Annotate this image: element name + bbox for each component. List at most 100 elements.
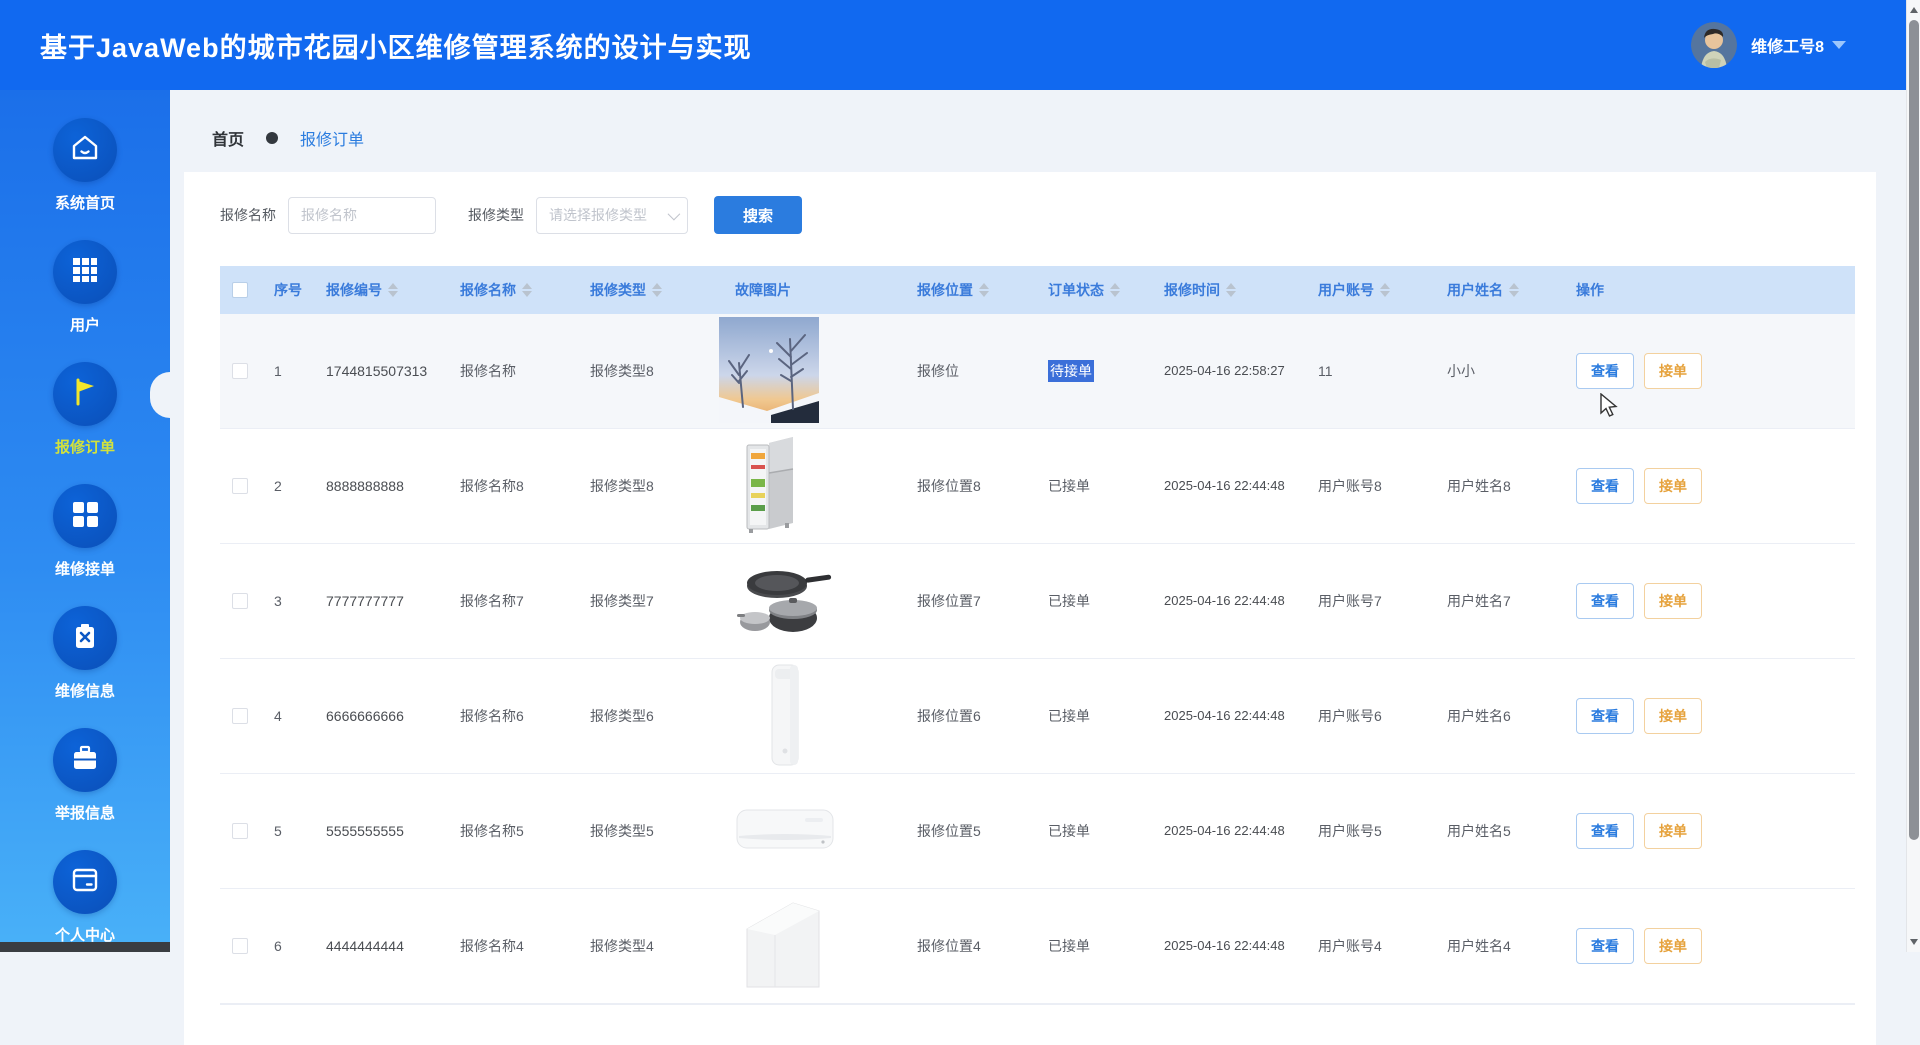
repair-name-label: 报修名称 (220, 205, 276, 225)
sidebar: 系统首页 用户 报修订单 (0, 90, 170, 952)
table-row: 2 8888888888 报修名称8 报修类型8 (220, 429, 1855, 544)
clipboard-x-icon (70, 621, 100, 656)
table-header-row: 序号 报修编号 报修名称 报修类型 故障图片 报修位置 订单状态 报修时间 用户… (220, 266, 1855, 314)
sidebar-item-label: 用户 (70, 314, 100, 335)
scroll-down-arrow-icon[interactable] (1907, 934, 1920, 950)
sort-caret-icons[interactable] (1509, 283, 1519, 297)
sidebar-item-repair-accept[interactable]: 维修接单 (0, 484, 170, 579)
col-account[interactable]: 用户账号 (1306, 280, 1435, 300)
view-button[interactable]: 查看 (1576, 698, 1634, 734)
sort-caret-icons[interactable] (1226, 283, 1236, 297)
active-item-notch (150, 372, 170, 418)
sidebar-item-users[interactable]: 用户 (0, 240, 170, 335)
chevron-down-icon (1832, 41, 1846, 49)
table-row: 6 4444444444 报修名称4 报修类型4 报修位置4 已接单 2025-… (220, 889, 1855, 1004)
repair-name-input[interactable] (288, 197, 436, 234)
repair-time: 2025-04-16 22:44:48 (1164, 821, 1298, 841)
col-location[interactable]: 报修位置 (905, 280, 1036, 300)
fault-image[interactable] (735, 560, 835, 643)
accept-button[interactable]: 接单 (1644, 583, 1702, 619)
row-checkbox[interactable] (232, 593, 248, 609)
sidebar-item-label: 举报信息 (55, 802, 115, 823)
table-row: 1 1744815507313 报修名称 报修类型8 (220, 314, 1855, 429)
view-button[interactable]: 查看 (1576, 468, 1634, 504)
sidebar-item-label: 维修接单 (55, 558, 115, 579)
fault-image[interactable] (735, 435, 801, 538)
row-checkbox[interactable] (232, 478, 248, 494)
row-checkbox[interactable] (232, 363, 248, 379)
row-checkbox[interactable] (232, 708, 248, 724)
fault-image[interactable] (719, 317, 819, 426)
sidebar-item-label: 报修订单 (55, 436, 115, 457)
col-actions: 操作 (1564, 280, 1855, 300)
repair-time: 2025-04-16 22:58:27 (1164, 361, 1298, 381)
repair-time: 2025-04-16 22:44:48 (1164, 706, 1298, 726)
sidebar-item-system-home[interactable]: 系统首页 (0, 118, 170, 213)
col-order-no[interactable]: 报修编号 (314, 280, 448, 300)
search-button[interactable]: 搜索 (714, 196, 802, 234)
table-row: 5 5555555555 报修名称5 报修类型5 报修位置5 已接单 (220, 774, 1855, 889)
col-name[interactable]: 报修名称 (448, 280, 578, 300)
sidebar-item-report-info[interactable]: 举报信息 (0, 728, 170, 823)
col-status[interactable]: 订单状态 (1036, 280, 1156, 300)
scrollbar-thumb[interactable] (1909, 20, 1919, 840)
status-badge: 待接单 (1048, 360, 1094, 382)
breadcrumb-current[interactable]: 报修订单 (300, 126, 364, 150)
col-type[interactable]: 报修类型 (578, 280, 705, 300)
repair-type-placeholder: 请选择报修类型 (549, 205, 647, 225)
content-card: 报修名称 报修类型 请选择报修类型 搜索 序号 报修编号 报修名称 报修类型 故… (184, 172, 1876, 1045)
select-all-checkbox[interactable] (232, 282, 248, 298)
sidebar-item-label: 维修信息 (55, 680, 115, 701)
sidebar-item-repair-orders[interactable]: 报修订单 (0, 362, 170, 457)
sidebar-item-profile[interactable]: 个人中心 (0, 850, 170, 945)
fault-image[interactable] (735, 895, 827, 998)
repair-type-select[interactable]: 请选择报修类型 (536, 197, 688, 234)
fault-image[interactable] (735, 806, 835, 857)
sort-caret-icons[interactable] (522, 283, 532, 297)
sidebar-item-label: 系统首页 (55, 192, 115, 213)
breadcrumb-dot-icon (266, 132, 278, 144)
repair-time: 2025-04-16 22:44:48 (1164, 591, 1298, 611)
view-button[interactable]: 查看 (1576, 813, 1634, 849)
repair-type-label: 报修类型 (468, 205, 524, 225)
accept-button[interactable]: 接单 (1644, 353, 1702, 389)
home-icon (69, 132, 101, 169)
sort-caret-icons[interactable] (1380, 283, 1390, 297)
flag-icon (69, 376, 101, 413)
col-user[interactable]: 用户姓名 (1435, 280, 1564, 300)
sort-caret-icons[interactable] (1110, 283, 1120, 297)
users-grid-icon (70, 255, 100, 290)
sort-caret-icons[interactable] (979, 283, 989, 297)
accept-button[interactable]: 接单 (1644, 698, 1702, 734)
col-time[interactable]: 报修时间 (1156, 280, 1306, 300)
user-menu[interactable]: 维修工号8 (1691, 22, 1846, 68)
accept-button[interactable]: 接单 (1644, 468, 1702, 504)
accept-button[interactable]: 接单 (1644, 813, 1702, 849)
view-button[interactable]: 查看 (1576, 583, 1634, 619)
repair-time: 2025-04-16 22:44:48 (1164, 936, 1298, 956)
app-header: 基于JavaWeb的城市花园小区维修管理系统的设计与实现 维修工号8 (0, 0, 1906, 90)
breadcrumb-home[interactable]: 首页 (212, 126, 244, 150)
table-row: 4 6666666666 报修名称6 报修类型6 报修位置6 已接单 (220, 659, 1855, 774)
sort-caret-icons[interactable] (388, 283, 398, 297)
id-card-icon (70, 865, 100, 900)
page-scrollbar[interactable] (1906, 0, 1920, 952)
row-checkbox[interactable] (232, 823, 248, 839)
view-button[interactable]: 查看 (1576, 928, 1634, 964)
briefcase-icon (70, 743, 100, 778)
breadcrumb: 首页 报修订单 (212, 126, 1906, 150)
repair-time: 2025-04-16 22:44:48 (1164, 476, 1298, 496)
sidebar-item-repair-info[interactable]: 维修信息 (0, 606, 170, 701)
accept-button[interactable]: 接单 (1644, 928, 1702, 964)
col-image: 故障图片 (705, 280, 905, 300)
orders-table: 序号 报修编号 报修名称 报修类型 故障图片 报修位置 订单状态 报修时间 用户… (220, 266, 1855, 1005)
user-name: 维修工号8 (1751, 33, 1824, 57)
sort-caret-icons[interactable] (652, 283, 662, 297)
grid-icon (70, 499, 100, 534)
fault-image[interactable] (770, 663, 800, 770)
view-button[interactable]: 查看 (1576, 353, 1634, 389)
col-index: 序号 (262, 280, 314, 300)
chevron-down-icon (668, 207, 681, 220)
scroll-up-arrow-icon[interactable] (1907, 2, 1920, 18)
search-form: 报修名称 报修类型 请选择报修类型 搜索 (220, 196, 1840, 234)
